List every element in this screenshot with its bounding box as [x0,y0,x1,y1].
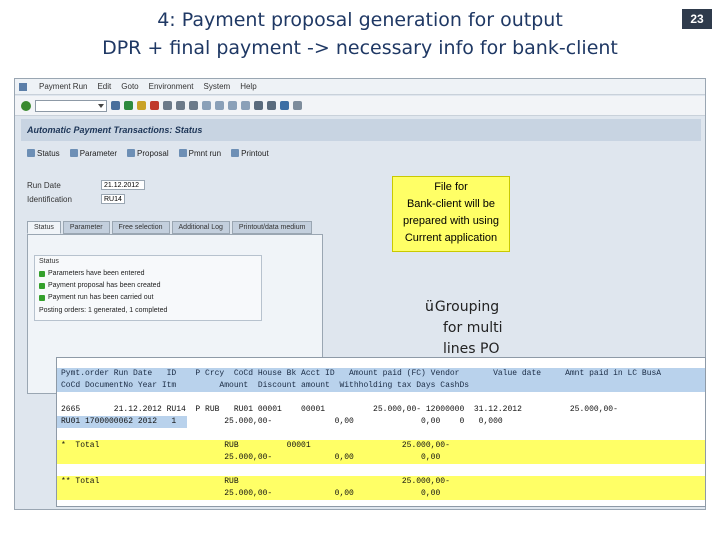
status-group-title: Status [39,258,59,265]
tab-parameter[interactable]: Parameter [62,221,110,234]
status-line-text: Parameters have been entered [48,270,145,277]
tab-status[interactable]: Status [27,221,61,234]
save-icon[interactable] [111,101,120,110]
slide-title-line2: DPR + final payment -> necessary info fo… [102,37,618,59]
status-line-payment-run: Payment run has been carried out [39,294,153,301]
status-line-parameters: Parameters have been entered [39,270,145,277]
payment-list: Pymt.order Run Date ID P Crcy CoCd House… [56,357,706,507]
slide-title-line1: 4: Payment proposal generation for outpu… [157,9,563,31]
list-row-selected[interactable]: RU01 1700000062 2012 1 25.000,00- 0,00 0… [57,416,705,428]
identification-label: Identification [27,195,72,204]
printout-button[interactable]: Printout [231,149,269,158]
parameter-button[interactable]: Parameter [69,148,118,158]
parameter-button-label: Parameter [79,148,118,158]
proposal-button-label: Proposal [137,148,169,158]
menu-help[interactable]: Help [240,82,256,91]
status-button-label: Status [37,148,60,158]
list-total-row[interactable]: * Total RUB 00001 25.000,00- [57,440,705,452]
list-header-row-2: CoCd DocumentNo Year Itm Amount Discount… [57,380,705,392]
first-page-icon[interactable] [202,101,211,110]
exit-icon[interactable] [137,101,146,110]
previous-page-icon[interactable] [215,101,224,110]
new-session-icon[interactable] [254,101,263,110]
status-line-proposal: Payment proposal has been created [39,282,160,289]
status-button[interactable]: Status [27,149,60,158]
menu-edit[interactable]: Edit [97,82,111,91]
callout-line: File for [434,181,468,193]
sap-menu-icon[interactable] [19,82,27,91]
check-icon [39,270,45,277]
layout-icon[interactable] [293,101,302,110]
find-icon[interactable] [176,101,185,110]
pmnt-run-button-label: Pmnt run [188,148,222,158]
run-date-field[interactable]: 21.12.2012 [101,180,145,190]
menu-payment-run[interactable]: Payment Run [39,82,87,91]
posting-orders-text: Posting orders: 1 generated, 1 completed [39,307,168,314]
status-group: Status Parameters have been entered Paym… [34,255,262,321]
menu-goto[interactable]: Goto [121,82,138,91]
list-row[interactable]: 2665 21.12.2012 RU14 P RUB RU01 00001 00… [57,404,705,416]
run-date-label: Run Date [27,181,61,190]
screen-title: Automatic Payment Transactions: Status [21,119,701,141]
checkmark-icon: ü [425,299,434,315]
enter-icon[interactable] [21,100,31,111]
list-header-row-1: Pymt.order Run Date ID P Crcy CoCd House… [57,368,705,380]
check-icon [39,282,45,289]
print-icon[interactable] [163,101,172,110]
proposal-button[interactable]: Proposal [127,149,169,158]
callout-line: Current application [404,232,498,244]
identification-field[interactable]: RU14 [101,194,125,204]
command-field[interactable] [35,99,107,112]
status-icon [27,149,35,157]
menu-bar: Payment Run Edit Goto Environment System… [15,79,705,95]
menu-system[interactable]: System [204,82,231,91]
proposal-icon [127,149,136,157]
find-next-icon[interactable] [189,101,198,110]
tab-free-selection[interactable]: Free selection [111,221,170,234]
grouping-note: üGrouping for multi lines PO [425,297,535,360]
status-line-text: Payment run has been carried out [48,294,154,301]
grouping-line-1: üGrouping [425,297,535,318]
grouping-text: Grouping [434,299,500,315]
bank-client-callout: File for Bank-client will be prepared wi… [392,176,510,252]
status-line-text: Payment proposal has been created [48,282,161,289]
help-icon[interactable] [280,101,289,110]
pmnt-run-button[interactable]: Pmnt run [178,148,222,158]
parameter-icon [69,149,78,157]
application-toolbar: Status Parameter Proposal Pmnt run Print… [21,143,701,163]
list-total-amounts-row[interactable]: 25.000,00- 0,00 0,00 [57,452,705,464]
cancel-icon[interactable] [150,101,159,110]
tab-additional-log[interactable]: Additional Log [171,221,230,234]
tab-strip: Status Parameter Free selection Addition… [27,221,313,234]
pmnt-run-icon [178,149,187,157]
list-grand-total-row[interactable]: ** Total RUB 25.000,00- [57,476,705,488]
shortcut-icon[interactable] [267,101,276,110]
slide-number: 23 [682,9,712,29]
menu-environment[interactable]: Environment [149,82,194,91]
standard-toolbar [15,96,705,116]
tab-printout[interactable]: Printout/data medium [231,221,313,234]
check-icon [39,294,45,301]
back-icon[interactable] [124,101,133,110]
callout-line: Bank-client will be [406,198,496,210]
printout-icon [231,149,240,157]
printout-button-label: Printout [241,148,269,158]
last-page-icon[interactable] [241,101,250,110]
list-grand-total-amounts-row[interactable]: 25.000,00- 0,00 0,00 [57,488,705,500]
callout-line: prepared with using [402,215,499,227]
grouping-line-2: for multi [443,320,503,336]
next-page-icon[interactable] [228,101,237,110]
